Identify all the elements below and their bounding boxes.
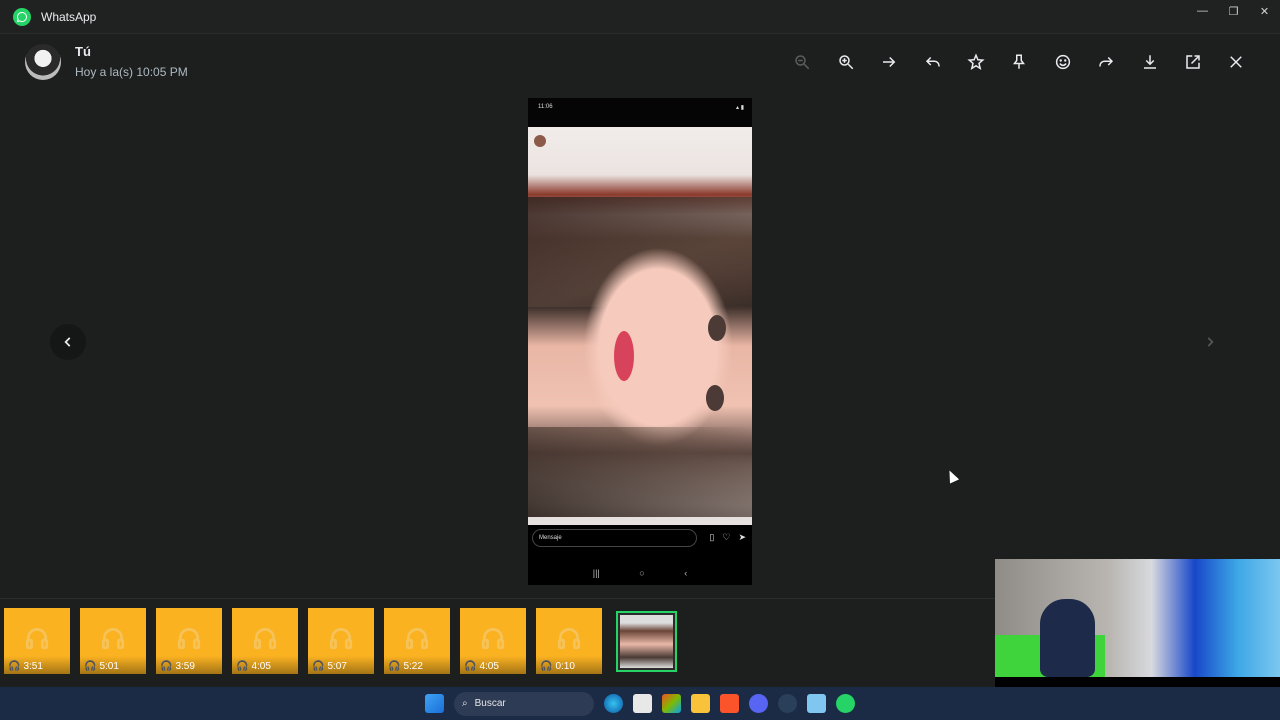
story-message-field: Mensaje	[532, 529, 697, 547]
audio-duration: 5:22	[403, 661, 423, 672]
home-icon: ○	[639, 568, 645, 578]
message-timestamp: Hoy a la(s) 10:05 PM	[75, 65, 188, 79]
image-thumbnail-preview	[620, 615, 673, 668]
file-explorer-icon[interactable]	[691, 694, 710, 713]
media-header: Tú Hoy a la(s) 10:05 PM	[0, 35, 1280, 91]
zoom-out-icon[interactable]	[781, 51, 824, 73]
recents-icon: |||	[592, 568, 600, 578]
audio-duration: 4:05	[251, 661, 271, 672]
headphones-icon	[253, 627, 277, 650]
audio-duration: 0:10	[555, 661, 575, 672]
steam-icon[interactable]	[778, 694, 797, 713]
store-icon[interactable]	[633, 694, 652, 713]
webcam-overlay	[995, 559, 1280, 677]
headphones-icon	[405, 627, 429, 650]
audio-thumbnail[interactable]: 🎧 3:59	[156, 608, 222, 674]
audio-duration: 5:01	[99, 661, 119, 672]
notepad-icon[interactable]	[807, 694, 826, 713]
story-reply-row: Mensaje ▯ ♡ ➤	[528, 527, 752, 549]
headphones-icon	[25, 627, 49, 650]
audio-thumbnail[interactable]: 🎧 5:01	[80, 608, 146, 674]
phone-status-bar: 11:06 ▴ ▮	[528, 98, 752, 127]
headphones-icon	[481, 627, 505, 650]
headphones-icon	[177, 627, 201, 650]
brave-icon[interactable]	[720, 694, 739, 713]
audio-thumbnail[interactable]: 🎧 5:22	[384, 608, 450, 674]
headphones-icon: 🎧	[84, 661, 97, 672]
story-photo	[528, 127, 752, 525]
phone-signal-icon: ▴ ▮	[736, 105, 744, 111]
media-thumbnail-strip: 🎧 3:51 🎧 5:01 🎧 3:59 🎧 4:05 🎧 5:07 🎧 5:22 🎧 4:0…	[4, 608, 677, 674]
whatsapp-taskbar-icon[interactable]	[836, 694, 855, 713]
headphones-icon: 🎧	[160, 661, 173, 672]
windows-taskbar: ⌕ Buscar	[0, 687, 1280, 720]
audio-duration: 5:07	[327, 661, 347, 672]
headphones-icon: 🎧	[8, 661, 21, 672]
open-external-icon[interactable]	[1171, 51, 1214, 73]
reply-icon[interactable]	[911, 51, 954, 73]
windows-start-icon[interactable]	[425, 694, 444, 713]
close-icon[interactable]	[1215, 51, 1258, 73]
minimize-button[interactable]: —	[1187, 0, 1218, 22]
send-icon: ➤	[738, 532, 746, 542]
restore-button[interactable]: ❐	[1218, 0, 1249, 22]
edge-icon[interactable]	[604, 694, 623, 713]
search-icon: ⌕	[462, 698, 468, 709]
audio-thumbnail[interactable]: 🎧 0:10	[536, 608, 602, 674]
app-title: WhatsApp	[41, 9, 97, 24]
media-toolbar	[781, 51, 1258, 73]
audio-duration: 4:05	[479, 661, 499, 672]
headphones-icon: 🎧	[388, 661, 401, 672]
emoji-react-icon[interactable]	[1041, 51, 1084, 73]
back-icon: ‹	[684, 568, 688, 578]
audio-duration: 3:51	[23, 661, 43, 672]
pin-icon[interactable]	[998, 51, 1041, 73]
taskbar-search-label: Buscar	[474, 698, 506, 709]
chevron-right-icon	[1207, 337, 1214, 347]
sender-name: Tú	[75, 44, 91, 59]
headphones-icon: 🎧	[540, 661, 553, 672]
go-to-message-icon[interactable]	[867, 51, 910, 73]
heart-icon: ♡	[722, 532, 731, 542]
audio-thumbnail[interactable]: 🎧 3:51	[4, 608, 70, 674]
media-viewer-image[interactable]: 11:06 ▴ ▮ Mensaje ▯ ♡ ➤ ||| ○ ‹	[528, 98, 752, 585]
whatsapp-logo-icon	[13, 7, 31, 26]
audio-thumbnail[interactable]: 🎧 4:05	[460, 608, 526, 674]
avatar[interactable]	[25, 44, 61, 80]
next-media-button[interactable]	[1192, 324, 1228, 360]
star-icon[interactable]	[954, 51, 997, 73]
taskbar-search[interactable]: ⌕ Buscar	[454, 691, 594, 716]
forward-icon[interactable]	[1084, 51, 1127, 73]
download-icon[interactable]	[1128, 51, 1171, 73]
story-avatar	[534, 135, 546, 147]
zoom-in-icon[interactable]	[824, 51, 867, 73]
phone-nav-bar: ||| ○ ‹	[528, 568, 752, 578]
headphones-icon: 🎧	[312, 661, 325, 672]
sticker-icon: ▯	[709, 532, 715, 542]
headphones-icon	[329, 627, 353, 650]
close-window-button[interactable]: ✕	[1249, 0, 1280, 22]
headphones-icon: 🎧	[236, 661, 249, 672]
headphones-icon	[557, 627, 581, 650]
previous-media-button[interactable]	[50, 324, 86, 360]
audio-thumbnail[interactable]: 🎧 5:07	[308, 608, 374, 674]
phone-status-time: 11:06	[538, 104, 553, 110]
headphones-icon	[101, 627, 125, 650]
chevron-left-icon	[64, 337, 71, 347]
headphones-icon: 🎧	[464, 661, 477, 672]
office-icon[interactable]	[662, 694, 681, 713]
discord-icon[interactable]	[749, 694, 768, 713]
audio-thumbnail[interactable]: 🎧 4:05	[232, 608, 298, 674]
title-bar: WhatsApp — ❐ ✕	[0, 0, 1280, 34]
mouse-cursor	[944, 468, 960, 484]
audio-duration: 3:59	[175, 661, 195, 672]
image-thumbnail-selected[interactable]	[616, 611, 677, 672]
